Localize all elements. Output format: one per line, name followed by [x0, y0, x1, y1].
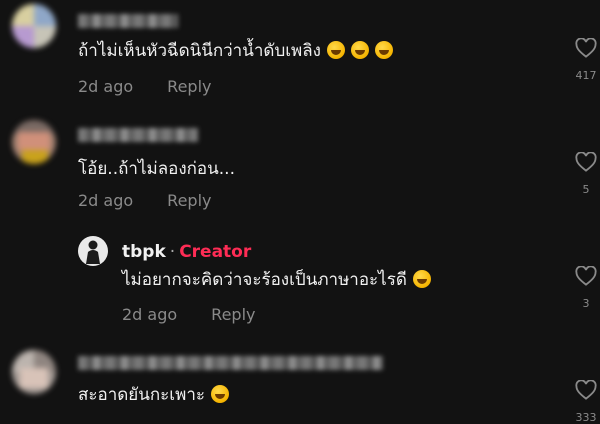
laughing-emoji-icon	[350, 41, 369, 59]
comment-text: โอ้ย..ถ้าไม่ลองก่อน...	[78, 158, 235, 180]
timestamp: 2d ago	[122, 305, 178, 324]
like-button[interactable]: 5	[571, 152, 600, 197]
like-count: 3	[582, 297, 590, 310]
avatar[interactable]	[12, 120, 56, 164]
person-silhouette-icon	[86, 240, 100, 264]
like-count: 5	[582, 183, 590, 196]
comment-text-content: สะอาดยันกะเพาะ	[78, 385, 206, 405]
reply-button[interactable]: Reply	[167, 77, 211, 96]
avatar[interactable]	[12, 4, 56, 48]
laughing-emoji-icon	[412, 270, 431, 288]
reply-button[interactable]: Reply	[167, 191, 211, 210]
avatar[interactable]	[12, 350, 56, 394]
comment-text: ถ้าไม่เห็นหัวฉีดนินีกว่าน้ำดับเพลิง	[78, 40, 393, 62]
like-button[interactable]: 417	[571, 38, 600, 83]
creator-avatar[interactable]	[78, 236, 108, 266]
comment-text-content: โอ้ย..ถ้าไม่ลองก่อน...	[78, 159, 235, 179]
timestamp: 2d ago	[78, 191, 134, 210]
heart-icon	[575, 380, 597, 400]
like-count: 417	[575, 69, 597, 82]
username-blurred[interactable]	[78, 14, 178, 28]
comment-text-content: ถ้าไม่เห็นหัวฉีดนินีกว่าน้ำดับเพลิง	[78, 41, 321, 61]
creator-header: tbpk · Creator	[122, 241, 251, 263]
comment-meta: 2d ago Reply	[78, 77, 211, 97]
creator-username[interactable]: tbpk	[122, 242, 166, 262]
comments-panel: ถ้าไม่เห็นหัวฉีดนินีกว่าน้ำดับเพลิง 2d a…	[0, 0, 600, 424]
like-button[interactable]: 333	[571, 380, 600, 424]
laughing-emoji-icon	[374, 41, 393, 59]
username-blurred[interactable]	[78, 356, 383, 370]
comment-meta: 2d ago Reply	[78, 191, 211, 211]
comment-text-content: ไม่อยากจะคิดว่าจะร้องเป็นภาษาอะไรดี	[122, 270, 407, 290]
like-count: 333	[575, 411, 597, 424]
heart-icon	[575, 266, 597, 286]
like-button[interactable]: 3	[571, 266, 600, 311]
laughing-emoji-icon	[326, 41, 345, 59]
timestamp: 2d ago	[78, 77, 134, 96]
laughing-emoji-icon	[211, 385, 230, 403]
comment-meta: 2d ago Reply	[122, 305, 255, 325]
comment-text: สะอาดยันกะเพาะ	[78, 384, 230, 406]
comment-text: ไม่อยากจะคิดว่าจะร้องเป็นภาษาอะไรดี	[122, 269, 431, 291]
reply-button[interactable]: Reply	[211, 305, 255, 324]
creator-badge: Creator	[179, 242, 252, 262]
username-blurred[interactable]	[78, 128, 198, 142]
heart-icon	[575, 152, 597, 172]
separator: ·	[169, 242, 176, 262]
heart-icon	[575, 38, 597, 58]
